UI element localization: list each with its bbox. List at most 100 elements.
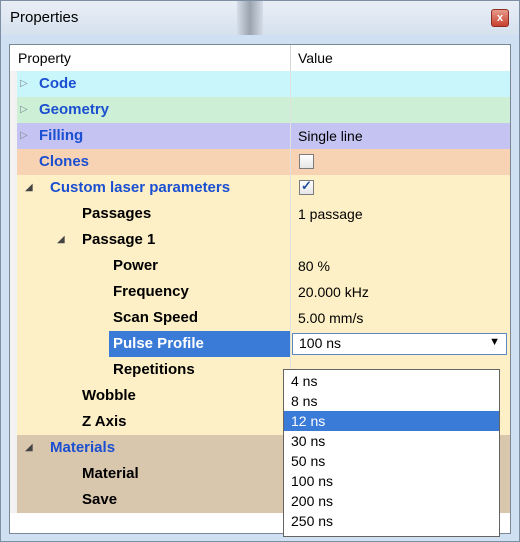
collapse-triangle-icon[interactable]: ◢ — [25, 175, 33, 201]
row-label: Passage 1 — [82, 231, 156, 248]
close-icon[interactable]: x — [491, 9, 509, 27]
title-bar-decoration — [237, 1, 263, 35]
row-label: Code — [39, 75, 77, 92]
dropdown-option-50ns[interactable]: 50 ns — [284, 451, 499, 471]
row-label: Power — [113, 257, 159, 274]
row-label: Material — [82, 465, 139, 482]
row-pulse-profile[interactable]: Pulse Profile 100 ns ▼ — [10, 331, 510, 357]
value-cell[interactable] — [291, 71, 510, 97]
row-label: Wobble — [82, 387, 136, 404]
value-cell[interactable]: 100 ns ▼ — [291, 331, 510, 357]
value-text: Single line — [298, 128, 363, 144]
value-cell[interactable] — [291, 97, 510, 123]
row-gutter — [10, 487, 17, 513]
row-filling[interactable]: ▷ Filling Single line — [10, 123, 510, 149]
value-cell[interactable]: 1 passage — [291, 201, 510, 227]
value-cell[interactable] — [291, 227, 510, 253]
pulse-profile-select[interactable]: 100 ns ▼ — [292, 333, 507, 355]
row-label: Repetitions — [113, 361, 195, 378]
row-scan-speed[interactable]: Scan Speed 5.00 mm/s — [10, 305, 510, 331]
properties-window: Properties x Property Value ▷ Code ▷ Geo… — [0, 0, 520, 542]
name-cell: Repetitions — [17, 357, 290, 383]
dropdown-option-200ns[interactable]: 200 ns — [284, 491, 499, 511]
row-custom-laser-parameters[interactable]: ◢ Custom laser parameters ✓ — [10, 175, 510, 201]
value-cell[interactable]: 5.00 mm/s — [291, 305, 510, 331]
row-gutter — [10, 123, 17, 149]
row-gutter — [10, 97, 17, 123]
row-label: Clones — [39, 153, 90, 170]
value-text: 1 passage — [298, 206, 363, 222]
value-cell[interactable] — [291, 149, 510, 175]
name-cell: Scan Speed — [17, 305, 290, 331]
row-gutter — [10, 149, 17, 175]
name-cell: Save — [17, 487, 290, 513]
collapse-triangle-icon[interactable]: ◢ — [57, 227, 65, 253]
custom-laser-checkbox[interactable]: ✓ — [299, 178, 314, 195]
row-passage-1[interactable]: ◢ Passage 1 — [10, 227, 510, 253]
name-cell: Frequency — [17, 279, 290, 305]
dropdown-option-250ns[interactable]: 250 ns — [284, 511, 499, 531]
row-gutter — [10, 409, 17, 435]
value-cell[interactable]: ✓ — [291, 175, 510, 201]
row-geometry[interactable]: ▷ Geometry — [10, 97, 510, 123]
chevron-down-icon[interactable]: ▼ — [489, 336, 500, 348]
value-cell[interactable]: 20.000 kHz — [291, 279, 510, 305]
row-gutter — [10, 71, 17, 97]
column-header-value[interactable]: Value — [298, 50, 333, 66]
row-gutter — [10, 305, 17, 331]
row-label: Passages — [82, 205, 152, 222]
row-label: Filling — [39, 127, 84, 144]
collapse-triangle-icon[interactable]: ◢ — [25, 435, 33, 461]
name-cell: Clones — [17, 149, 290, 175]
value-text: 80 % — [298, 258, 330, 274]
row-label: Scan Speed — [113, 309, 199, 326]
name-cell: ◢ Passage 1 — [17, 227, 290, 253]
row-power[interactable]: Power 80 % — [10, 253, 510, 279]
name-cell: Wobble — [17, 383, 290, 409]
row-gutter — [10, 383, 17, 409]
row-label: Geometry — [39, 101, 110, 118]
row-label: Z Axis — [82, 413, 127, 430]
row-clones[interactable]: Clones — [10, 149, 510, 175]
row-label: Save — [82, 491, 118, 508]
row-passages[interactable]: Passages 1 passage — [10, 201, 510, 227]
row-gutter — [10, 201, 17, 227]
value-cell[interactable]: 80 % — [291, 253, 510, 279]
dropdown-option-12ns[interactable]: 12 ns — [284, 411, 499, 431]
name-cell: ◢ Custom laser parameters — [17, 175, 290, 201]
window-title: Properties — [10, 9, 79, 26]
row-gutter — [10, 461, 17, 487]
row-gutter — [10, 357, 17, 383]
row-frequency[interactable]: Frequency 20.000 kHz — [10, 279, 510, 305]
row-label: Frequency — [113, 283, 189, 300]
row-label: Materials — [50, 439, 116, 456]
row-code[interactable]: ▷ Code — [10, 71, 510, 97]
title-bar[interactable]: Properties x — [1, 1, 519, 35]
row-gutter — [10, 227, 17, 253]
header-divider[interactable] — [290, 45, 291, 71]
value-cell[interactable]: Single line — [291, 123, 510, 149]
dropdown-option-8ns[interactable]: 8 ns — [284, 391, 499, 411]
value-text: 20.000 kHz — [298, 284, 369, 300]
expand-triangle-icon[interactable]: ▷ — [20, 97, 28, 123]
row-gutter — [10, 175, 17, 201]
dropdown-option-4ns[interactable]: 4 ns — [284, 371, 499, 391]
name-cell: Pulse Profile — [17, 331, 290, 357]
row-gutter — [10, 435, 17, 461]
dropdown-option-100ns[interactable]: 100 ns — [284, 471, 499, 491]
column-header-property[interactable]: Property — [18, 50, 71, 66]
name-cell: Passages — [17, 201, 290, 227]
name-cell: Power — [17, 253, 290, 279]
dropdown-option-30ns[interactable]: 30 ns — [284, 431, 499, 451]
name-cell: Material — [17, 461, 290, 487]
name-cell: ▷ Geometry — [17, 97, 290, 123]
row-label: Pulse Profile — [113, 335, 204, 352]
clones-checkbox[interactable] — [299, 154, 314, 169]
pulse-profile-dropdown-list: 4 ns 8 ns 12 ns 30 ns 50 ns 100 ns 200 n… — [283, 369, 500, 537]
expand-triangle-icon[interactable]: ▷ — [20, 123, 28, 149]
row-label: Custom laser parameters — [50, 179, 231, 196]
expand-triangle-icon[interactable]: ▷ — [20, 71, 28, 97]
name-cell: ▷ Code — [17, 71, 290, 97]
name-cell: ◢ Materials — [17, 435, 290, 461]
row-gutter — [10, 279, 17, 305]
